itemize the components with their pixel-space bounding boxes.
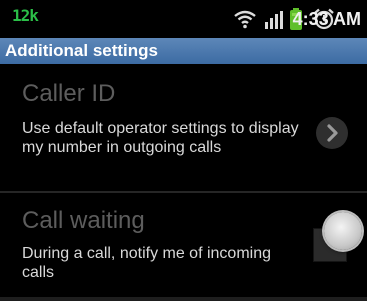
caller-id-open-button[interactable] bbox=[316, 117, 348, 149]
call-waiting-summary: During a call, notify me of incoming cal… bbox=[22, 245, 271, 281]
call-waiting-setting[interactable]: Call waiting During a call, notify me of… bbox=[0, 193, 367, 301]
additional-settings-screen: 12k 4:33 AM Additional settings Caller I… bbox=[0, 0, 367, 301]
page-title: Additional settings bbox=[5, 41, 158, 60]
title-bar: Additional settings bbox=[0, 38, 367, 64]
caller-id-title: Caller ID bbox=[22, 80, 116, 107]
caller-id-setting[interactable]: Caller ID Use default operator settings … bbox=[0, 64, 367, 192]
chevron-right-icon bbox=[327, 124, 338, 142]
call-waiting-title: Call waiting bbox=[22, 207, 145, 234]
signal-icon bbox=[265, 11, 283, 29]
list-bottom-edge bbox=[0, 297, 367, 301]
status-time: 4:33 AM bbox=[292, 9, 361, 29]
caller-id-summary: Use default operator settings to display… bbox=[22, 120, 299, 156]
wifi-icon bbox=[234, 10, 256, 29]
status-bar: 12k 4:33 AM bbox=[0, 0, 367, 38]
checkbox-toggle-icon[interactable] bbox=[324, 212, 362, 250]
status-indicator-text: 12k bbox=[12, 6, 39, 25]
